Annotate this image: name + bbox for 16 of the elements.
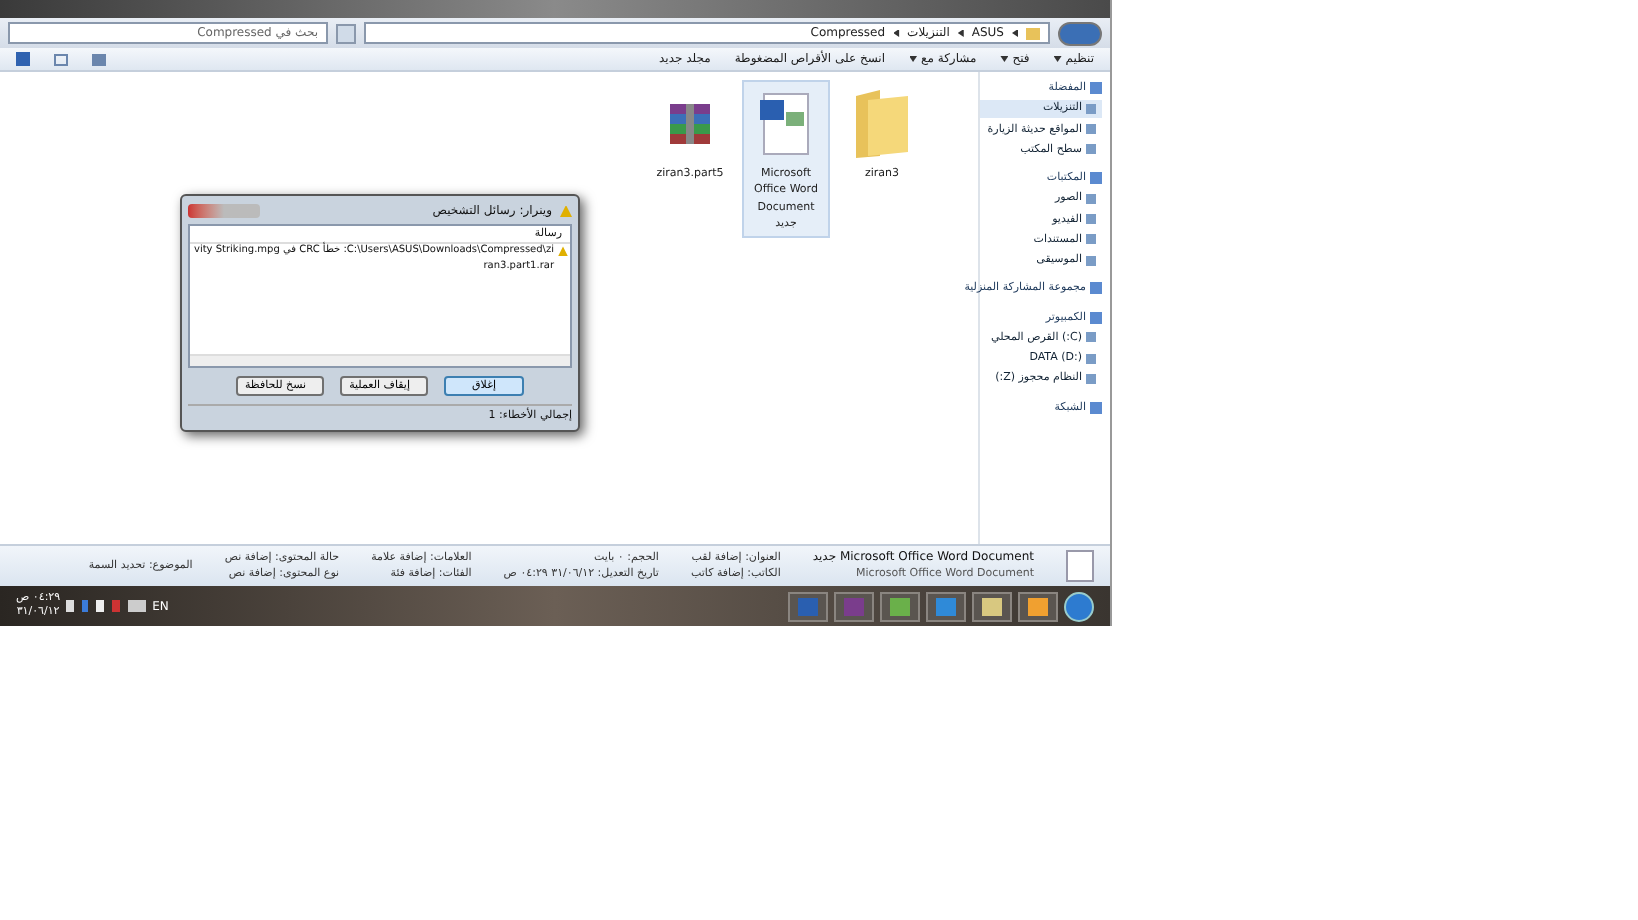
folder-icon — [1026, 27, 1040, 39]
warning-icon — [560, 205, 572, 217]
preview-pane-icon[interactable] — [54, 53, 68, 65]
taskbar-app-icon[interactable] — [972, 591, 1012, 621]
warning-icon — [558, 246, 568, 257]
taskbar-app-icon[interactable] — [880, 591, 920, 621]
back-forward-icon[interactable] — [1058, 21, 1102, 45]
document-icon — [1066, 550, 1094, 582]
archive-icon — [666, 102, 714, 146]
taskbar-app-icon[interactable] — [1018, 591, 1058, 621]
taskbar-app-icon[interactable] — [926, 591, 966, 621]
horizontal-scrollbar[interactable] — [190, 353, 570, 366]
window-buttons-icon[interactable] — [188, 204, 260, 218]
start-button[interactable] — [1064, 591, 1094, 621]
tray-icons[interactable] — [66, 600, 147, 612]
folder-icon — [852, 88, 912, 160]
